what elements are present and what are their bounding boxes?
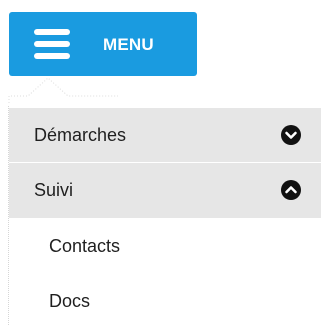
- menu-button-label: MENU: [103, 35, 154, 54]
- menu-item-label: Démarches: [34, 124, 127, 145]
- hamburger-icon: [34, 29, 70, 59]
- menu-item-label: Suivi: [34, 180, 74, 200]
- dropdown-pointer: [8, 77, 118, 103]
- submenu-item-docs[interactable]: Docs: [9, 274, 321, 325]
- menu-button[interactable]: MENU: [9, 12, 197, 76]
- dropdown-menu: Démarches Suivi Contacts Docs: [8, 106, 321, 325]
- menu-item-demarches[interactable]: Démarches: [9, 108, 321, 163]
- menu-item-suivi[interactable]: Suivi: [9, 163, 321, 218]
- chevron-up-circle-icon[interactable]: [280, 179, 302, 201]
- submenu-item-label: Docs: [49, 291, 91, 311]
- submenu-item-contacts[interactable]: Contacts: [9, 219, 321, 274]
- submenu-item-label: Contacts: [49, 236, 121, 256]
- chevron-down-circle-icon[interactable]: [280, 124, 302, 146]
- page: MENU Démarches Suivi Contacts Docs: [0, 0, 324, 325]
